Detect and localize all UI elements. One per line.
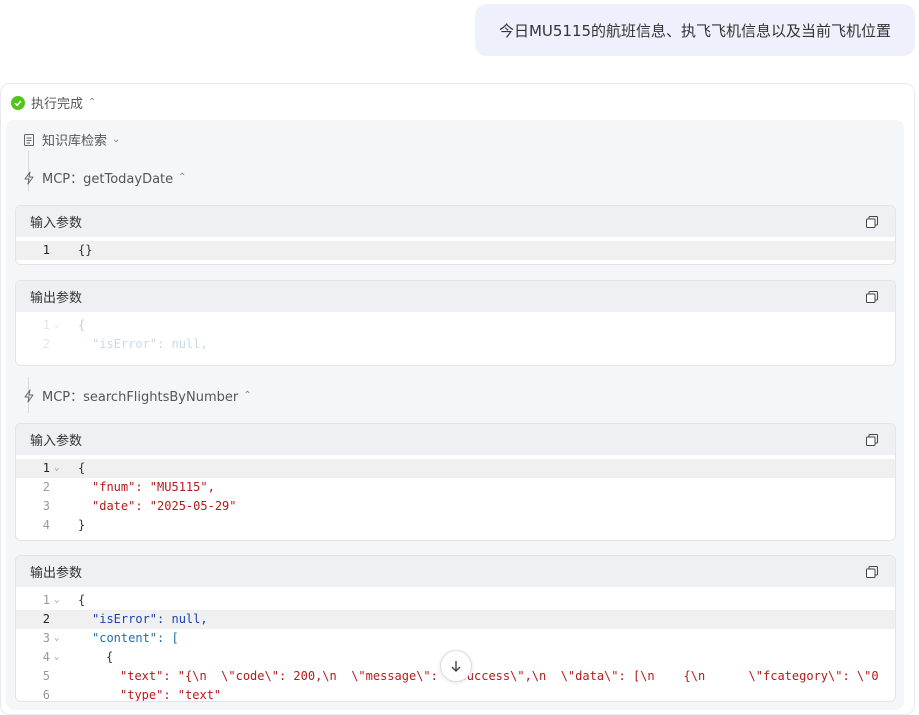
mcp2-input-card: 输入参数 1 ⌄{ 2 "fnum": "MU5115", 3 "date": "20…	[15, 423, 896, 541]
arrow-down-icon	[451, 661, 461, 672]
mcp1-output-header: 输出参数	[16, 281, 895, 312]
mcp2-input-code: 1 ⌄{ 2 "fnum": "MU5115", 3 "date": "2025-05…	[16, 455, 895, 535]
step-mcp-get-today-date-label: MCP：getTodayDate	[42, 172, 174, 187]
copy-icon[interactable]	[865, 565, 879, 579]
code-line: 1 ⌄{	[42, 318, 86, 332]
copy-icon[interactable]	[865, 290, 879, 304]
mcp1-output-code: 1 ⌄{ 2 "isError": null,	[16, 312, 895, 354]
lightning-icon	[22, 389, 36, 403]
chevron-down-icon[interactable]: ⌄	[112, 134, 120, 145]
chevron-up-icon[interactable]: ⌃	[88, 97, 96, 108]
code-line: 3 ⌄ "content": [	[42, 631, 179, 645]
user-message-bubble: 今日MU5115的航班信息、执飞飞机信息以及当前飞机位置	[475, 4, 915, 56]
chevron-up-icon[interactable]: ⌃	[178, 172, 186, 183]
mcp1-output-card: 输出参数 1 ⌄{ 2 "isError": null,	[15, 280, 896, 366]
code-line: 1 ⌄{	[16, 459, 895, 478]
check-circle-icon	[11, 95, 25, 110]
execution-status-label: 执行完成	[31, 97, 84, 112]
mcp1-input-title: 输入参数	[30, 216, 83, 231]
step-knowledge-base[interactable]: 知识库检索 ⌄	[22, 130, 120, 149]
code-line: 1{}	[16, 241, 895, 260]
document-icon	[22, 133, 36, 147]
copy-icon[interactable]	[865, 433, 879, 447]
code-line: 2 "fnum": "MU5115",	[42, 480, 215, 494]
mcp2-output-title: 输出参数	[30, 566, 83, 581]
code-line: 2 "isError": null,	[16, 610, 895, 629]
scroll-down-button[interactable]	[440, 650, 472, 682]
user-message-text: 今日MU5115的航班信息、执飞飞机信息以及当前飞机位置	[498, 21, 892, 40]
lightning-icon	[22, 171, 36, 185]
execution-status[interactable]: 执行完成 ⌃	[11, 93, 96, 112]
code-line: 4}	[42, 518, 86, 532]
code-line: 1 ⌄{	[42, 593, 86, 607]
step-mcp-search-flights-label: MCP：searchFlightsByNumber	[42, 390, 239, 405]
step-mcp-search-flights[interactable]: MCP：searchFlightsByNumber ⌃	[22, 386, 252, 405]
code-line: 3 "date": "2025-05-29"	[42, 499, 237, 513]
step-mcp-get-today-date[interactable]: MCP：getTodayDate ⌃	[22, 168, 187, 187]
mcp1-input-code: 1{}	[16, 237, 895, 260]
mcp2-output-header: 输出参数	[16, 556, 895, 587]
copy-icon[interactable]	[865, 215, 879, 229]
step-knowledge-base-label: 知识库检索	[42, 134, 108, 149]
mcp1-output-title: 输出参数	[30, 291, 83, 306]
code-line: 2 "isError": null,	[42, 337, 208, 351]
mcp1-input-header: 输入参数	[16, 206, 895, 237]
chevron-up-icon[interactable]: ⌃	[243, 390, 251, 401]
mcp2-input-title: 输入参数	[30, 434, 83, 449]
mcp1-input-card: 输入参数 1{}	[15, 205, 896, 265]
mcp2-output-code: 1 ⌄{ 2 "isError": null, 3 ⌄ "content": [ 4 ⌄{…	[16, 587, 895, 701]
mcp2-input-header: 输入参数	[16, 424, 895, 455]
